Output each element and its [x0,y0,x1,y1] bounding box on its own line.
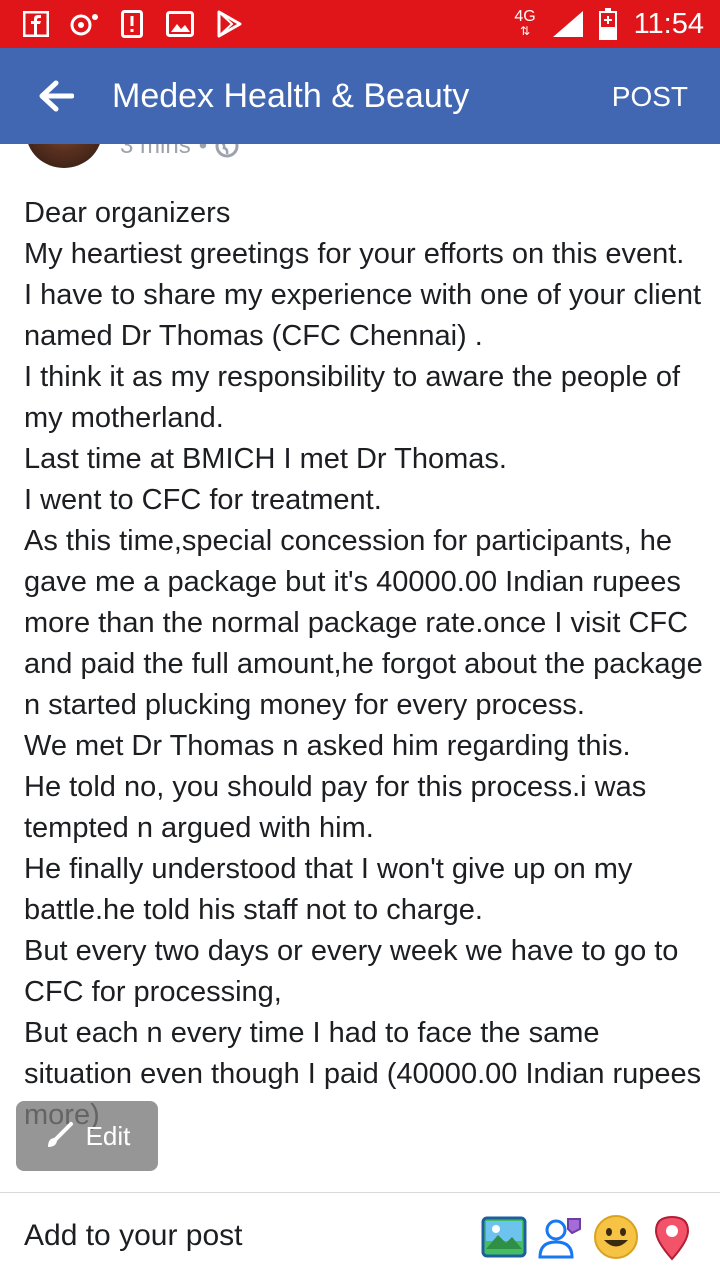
facebook-icon [22,8,50,40]
network-type: 4G ⇅ [510,8,540,40]
back-arrow-icon [39,80,74,112]
add-to-post-label: Add to your post [24,1219,243,1252]
tag-people-icon[interactable] [536,1213,584,1261]
back-button[interactable] [28,70,84,122]
separator-dot: • [198,144,208,159]
status-bar: 4G ⇅ 11:54 [0,0,720,48]
post-composer[interactable]: 3 mins • Dear organizers My heartiest gr… [0,144,720,1192]
post-line: As this time,special concession for part… [24,525,703,721]
post-meta: 3 mins • [120,144,239,160]
location-pin-icon[interactable] [648,1213,696,1261]
post-line: Last time at BMICH I met Dr Thomas. [24,443,507,475]
post-line: He finally understood that I won't give … [24,853,633,926]
post-line: We met Dr Thomas n asked him regarding t… [24,730,631,762]
post-time: 3 mins [120,144,191,159]
feeling-emoji-icon[interactable] [592,1213,640,1261]
post-line: He told no, you should pay for this proc… [24,771,647,844]
post-line: I went to CFC for treatment. [24,484,382,516]
post-line: My heartiest greetings for your efforts … [24,238,685,270]
photo-icon[interactable] [480,1213,528,1261]
app-bar: Medex Health & Beauty POST [0,48,720,144]
avatar [26,144,102,168]
globe-icon [215,144,239,158]
post-line: I have to share my experience with one o… [24,279,702,352]
signal-icon [550,8,586,40]
add-to-post-bar[interactable]: Add to your post [0,1192,720,1281]
battery-icon [598,8,618,40]
edit-label: Edit [85,1120,131,1151]
play-store-icon [214,8,244,40]
page-title: Medex Health & Beauty [112,77,470,115]
messenger-icon [66,8,102,40]
post-line: Dear organizers [24,197,231,229]
clock: 11:54 [633,8,704,40]
gallery-icon [166,8,194,40]
post-line: But every two days or every week we have… [24,935,679,1008]
post-button[interactable]: POST [612,80,688,114]
network-label: 4G [514,8,536,25]
data-arrows-icon: ⇅ [519,24,531,38]
post-text[interactable]: Dear organizers My heartiest greetings f… [24,193,704,1136]
post-line: I think it as my responsibility to aware… [24,361,681,434]
edit-button[interactable]: Edit [16,1101,158,1171]
alert-icon [120,8,144,40]
brush-icon [47,1122,73,1147]
